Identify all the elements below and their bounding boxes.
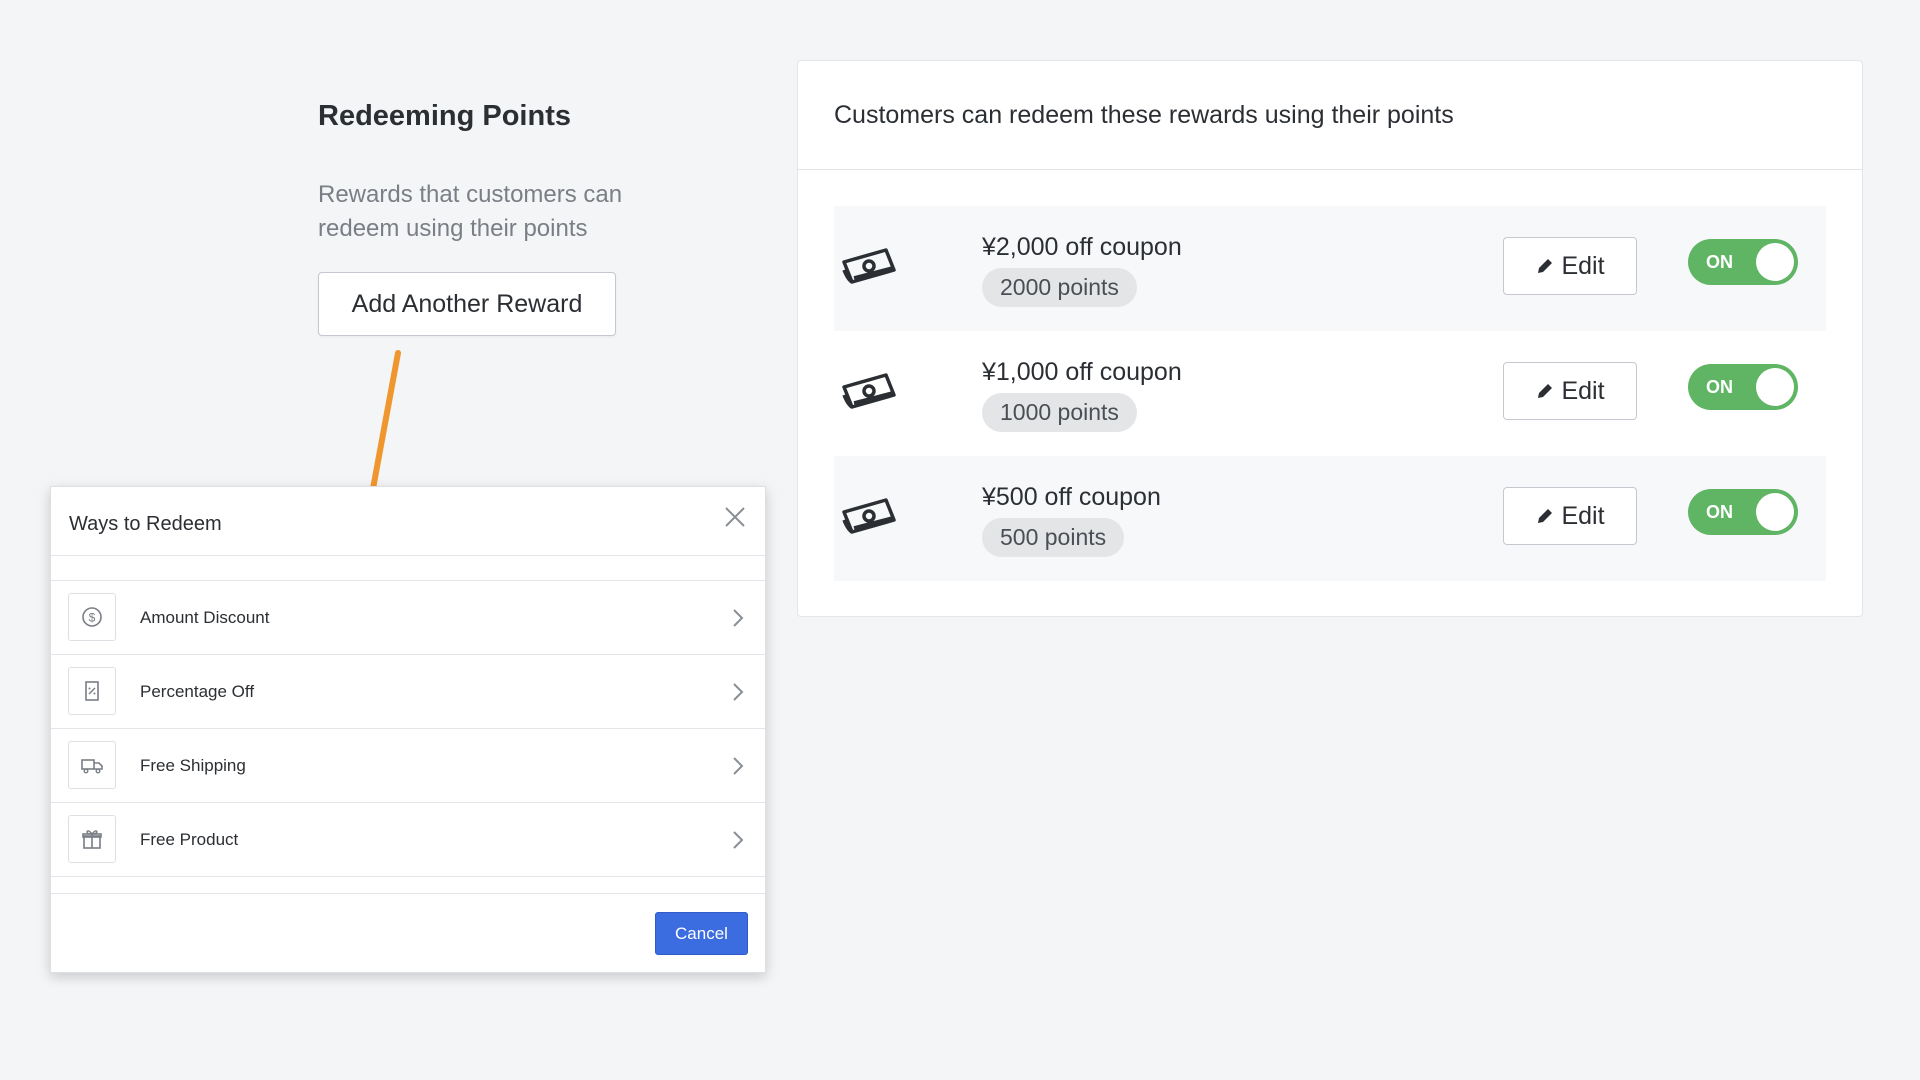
option-label: Free Shipping [140,756,246,775]
option-label: Free Product [140,830,239,849]
close-icon[interactable] [723,505,747,529]
money-icon [842,373,896,409]
rewards-list: ¥2,000 off coupon 2000 points Edit ON ¥1… [798,170,1862,581]
reward-toggle[interactable]: ON [1688,364,1798,410]
reward-row: ¥500 off coupon 500 points Edit ON [834,456,1826,581]
toggle-label: ON [1706,252,1733,272]
reward-points-badge: 500 points [982,518,1125,557]
toggle-label: ON [1706,502,1733,522]
edit-label: Edit [1561,376,1605,405]
modal-title: Ways to Redeem [69,513,222,535]
money-icon [842,248,896,284]
chevron-right-icon [733,831,744,849]
rewards-card-title: Customers can redeem these rewards using… [834,100,1454,129]
modal-footer: Cancel [51,893,765,972]
truck-icon [68,741,116,789]
reward-name: ¥2,000 off coupon [982,233,1182,261]
cancel-button[interactable]: Cancel [655,912,748,955]
option-label: Amount Discount [140,608,270,627]
edit-reward-button[interactable]: Edit [1503,237,1637,295]
redeem-option-free-shipping[interactable]: Free Shipping [51,729,765,803]
reward-name: ¥1,000 off coupon [982,358,1182,386]
modal-header: Ways to Redeem [51,487,765,556]
toggle-label: ON [1706,377,1733,397]
redeem-option-free-product[interactable]: Free Product [51,803,765,877]
redeem-option-amount-discount[interactable]: $ Amount Discount [51,581,765,655]
edit-reward-button[interactable]: Edit [1503,362,1637,420]
dollar-circle-icon: $ [68,593,116,641]
chevron-right-icon [733,683,744,701]
percent-receipt-icon [68,667,116,715]
pencil-icon [1538,509,1553,523]
reward-points-badge: 1000 points [982,393,1137,432]
edit-label: Edit [1561,251,1605,280]
chevron-right-icon [733,757,744,775]
add-another-reward-button[interactable]: Add Another Reward [318,272,616,336]
toggle-knob [1756,368,1794,406]
redeem-options-list: $ Amount Discount Percentage Off Free Sh… [51,580,765,877]
gift-icon [68,815,116,863]
redeem-option-percentage-off[interactable]: Percentage Off [51,655,765,729]
ways-to-redeem-modal: Ways to Redeem $ Amount Discount Percent… [50,486,766,973]
reward-points-badge: 2000 points [982,268,1137,307]
money-icon [842,498,896,534]
reward-toggle[interactable]: ON [1688,239,1798,285]
reward-row: ¥2,000 off coupon 2000 points Edit ON [834,206,1826,331]
edit-label: Edit [1561,501,1605,530]
pencil-icon [1538,384,1553,398]
edit-reward-button[interactable]: Edit [1503,487,1637,545]
toggle-knob [1756,243,1794,281]
pencil-icon [1538,259,1553,273]
toggle-knob [1756,493,1794,531]
reward-name: ¥500 off coupon [982,483,1161,511]
svg-text:$: $ [89,611,96,625]
chevron-right-icon [733,609,744,627]
rewards-card: Customers can redeem these rewards using… [797,60,1863,617]
option-label: Percentage Off [140,682,255,701]
reward-row: ¥1,000 off coupon 1000 points Edit ON [834,331,1826,456]
reward-toggle[interactable]: ON [1688,489,1798,535]
section-description: Rewards that customers can redeem using … [318,181,623,242]
section-title: Redeeming Points [318,100,571,132]
rewards-card-header: Customers can redeem these rewards using… [798,61,1862,170]
